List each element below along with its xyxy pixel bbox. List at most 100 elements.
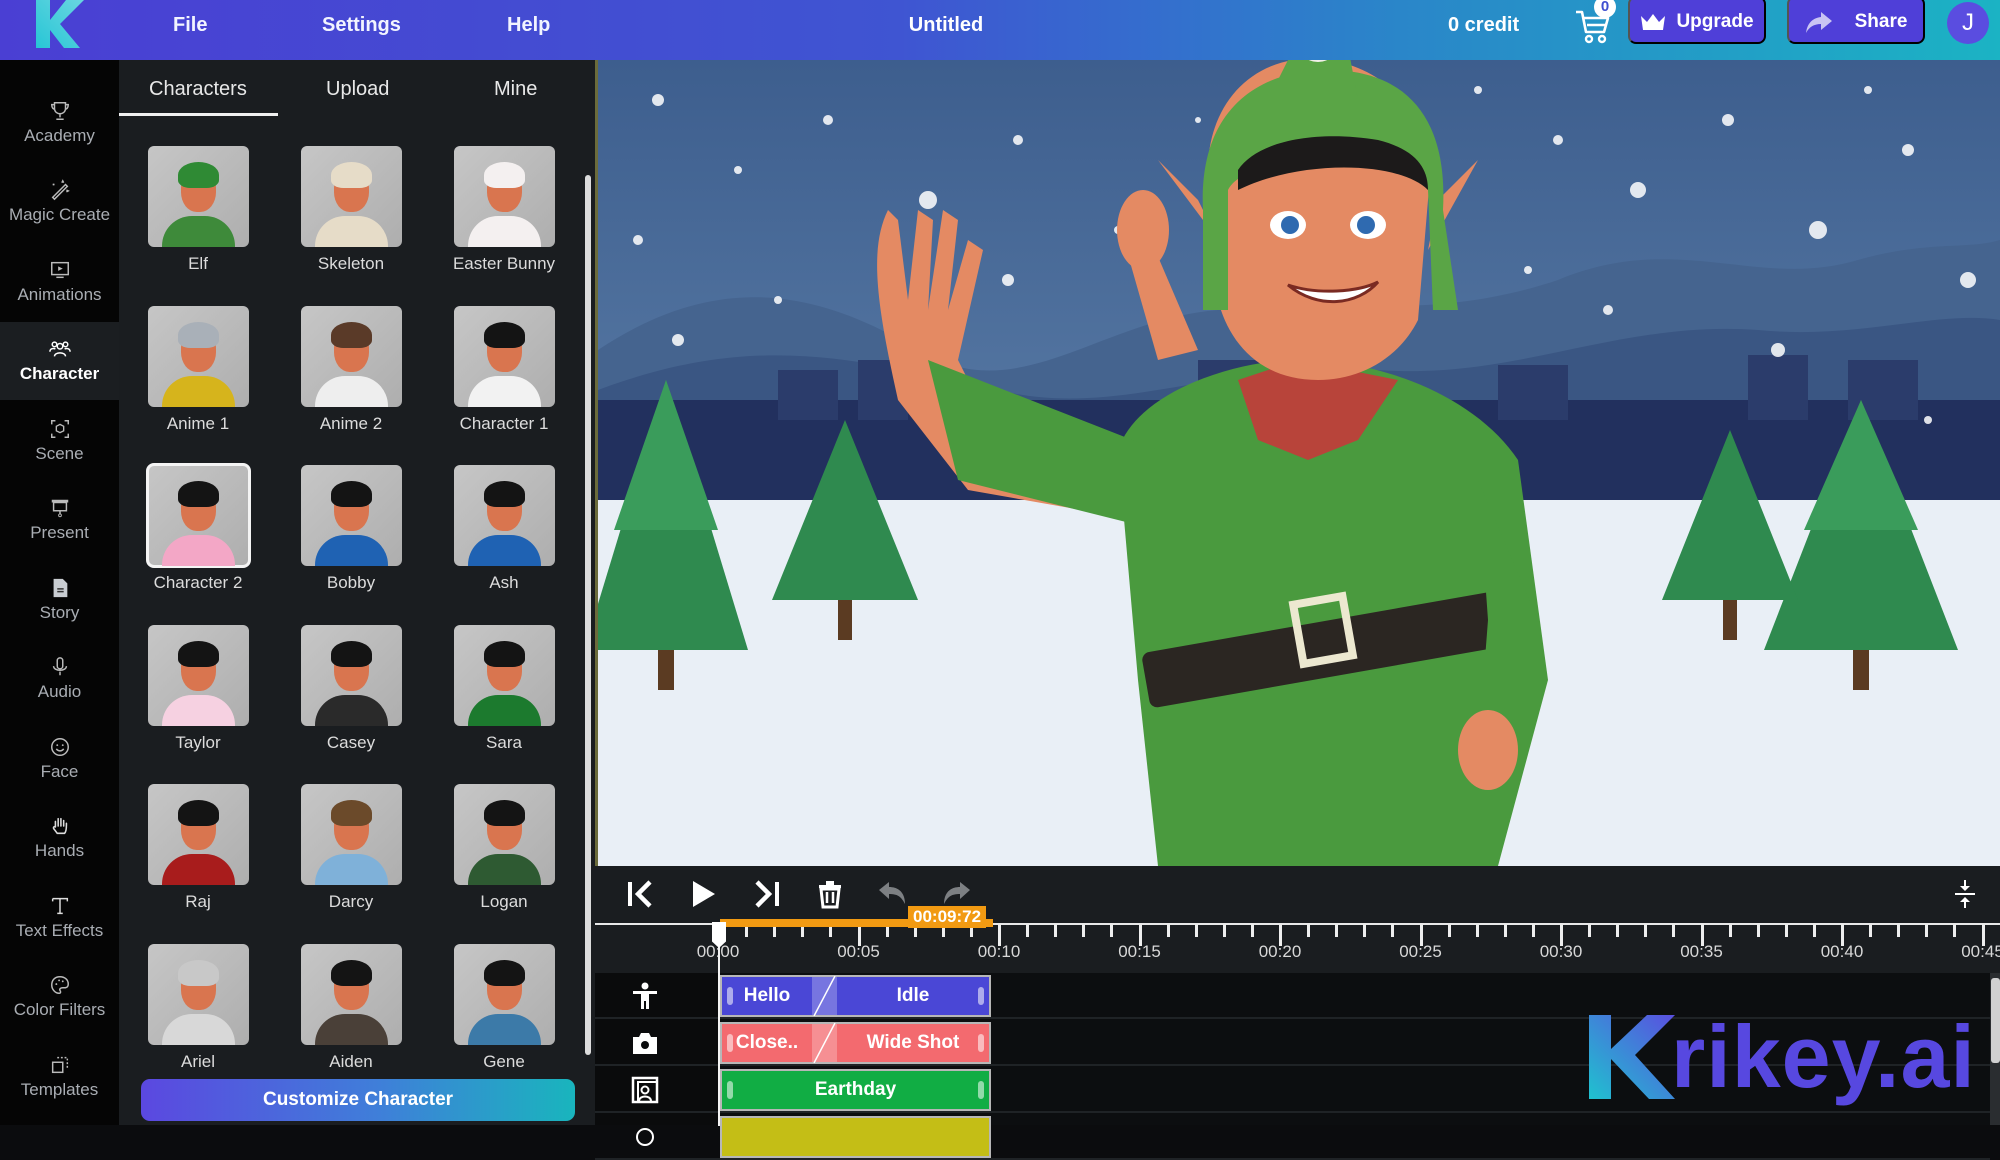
character-thumbnail[interactable] — [147, 624, 249, 726]
transition-marker[interactable] — [812, 1023, 837, 1063]
character-card[interactable]: Logan — [427, 784, 581, 912]
credit-count: 0 credit — [1448, 14, 1520, 36]
sidebar-item-animations[interactable]: Animations — [0, 242, 119, 320]
sidebar-item-present[interactable]: Present — [0, 481, 119, 559]
scene-frame-icon — [630, 1075, 660, 1105]
minor-tick — [1026, 924, 1030, 937]
character-name: Gene — [483, 1051, 525, 1071]
minor-tick — [1812, 924, 1816, 937]
character-thumbnail[interactable] — [453, 943, 555, 1045]
minor-tick — [1616, 924, 1620, 937]
character-card[interactable]: Bobby — [274, 465, 428, 593]
sidebar-item-academy[interactable]: Academy — [0, 83, 119, 161]
character-thumbnail[interactable] — [145, 463, 251, 568]
character-thumbnail[interactable] — [453, 465, 555, 566]
character-card[interactable]: Ariel — [121, 943, 275, 1072]
character-name: Aiden — [329, 1051, 373, 1071]
character-card[interactable]: Casey — [274, 624, 428, 753]
character-name: Raj — [185, 892, 211, 911]
character-thumbnail[interactable] — [300, 784, 402, 885]
character-card[interactable]: Elf — [121, 146, 275, 274]
panel-scrollbar[interactable] — [585, 175, 591, 1055]
play-button[interactable] — [683, 874, 723, 914]
tab-characters[interactable]: Characters — [149, 78, 247, 101]
character-card[interactable]: Taylor — [121, 624, 275, 753]
clip-trim-handle-right[interactable] — [978, 1034, 984, 1052]
character-thumbnail[interactable] — [147, 784, 249, 885]
character-thumbnail[interactable] — [453, 624, 555, 726]
transition-marker[interactable] — [812, 976, 837, 1016]
tab-mine[interactable]: Mine — [494, 78, 537, 101]
minor-tick — [1222, 924, 1226, 937]
sidebar-item-face[interactable]: Face — [0, 719, 119, 797]
character-thumbnail[interactable] — [453, 146, 555, 247]
character-card[interactable]: Aiden — [274, 943, 428, 1072]
cube-scan-icon — [48, 417, 72, 441]
sidebar-item-character[interactable]: Character — [0, 321, 119, 400]
timeline-clip[interactable]: Close.. Wide Shot — [720, 1022, 991, 1064]
character-thumbnail[interactable] — [147, 305, 249, 407]
skip-to-end-button[interactable] — [747, 874, 787, 914]
skip-to-start-button[interactable] — [620, 874, 660, 914]
character-thumbnail[interactable] — [300, 943, 402, 1045]
character-card[interactable]: Ash — [427, 465, 581, 593]
character-card[interactable]: Gene — [427, 943, 581, 1072]
user-avatar[interactable]: J — [1947, 2, 1989, 44]
character-card[interactable]: Skeleton — [274, 146, 428, 274]
share-button[interactable]: Share — [1787, 0, 1925, 44]
character-card[interactable]: Darcy — [274, 784, 428, 912]
character-thumbnail[interactable] — [300, 146, 402, 247]
character-thumbnail[interactable] — [300, 465, 402, 566]
scene-preview[interactable] — [598, 60, 2000, 866]
character-name: Taylor — [175, 732, 221, 752]
sidebar-item-templates[interactable]: Templates — [0, 1037, 119, 1115]
tab-upload[interactable]: Upload — [326, 78, 389, 101]
delete-button[interactable] — [810, 874, 850, 914]
tick-label: 00:30 — [1539, 942, 1583, 961]
audio-track-icon — [630, 1122, 660, 1152]
character-thumbnail[interactable] — [453, 305, 555, 407]
character-thumbnail[interactable] — [147, 146, 249, 247]
character-card[interactable]: Raj — [121, 784, 275, 912]
sidebar-item-color-filters[interactable]: Color Filters — [0, 958, 119, 1036]
clip-segment[interactable]: Idle — [837, 977, 989, 1015]
timeline-clip[interactable]: Hello Idle — [720, 975, 991, 1017]
transition-slash-icon — [813, 1023, 836, 1063]
clip-trim-handle-right[interactable] — [978, 1081, 984, 1099]
sidebar-item-scene[interactable]: Scene — [0, 401, 119, 479]
customize-character-button[interactable]: Customize Character — [141, 1079, 575, 1121]
clip-trim-handle-right[interactable] — [978, 987, 984, 1005]
character-card[interactable]: Character 2 — [121, 463, 275, 593]
clip-trim-handle-left[interactable] — [727, 1034, 733, 1052]
clip-trim-handle-left[interactable] — [727, 1081, 733, 1099]
sidebar-item-story[interactable]: Story — [0, 560, 119, 638]
character-thumbnail[interactable] — [453, 784, 555, 885]
clip-trim-handle-left[interactable] — [727, 987, 733, 1005]
collapse-timeline-button[interactable] — [1945, 874, 1985, 914]
clip-segment[interactable]: Hello — [722, 977, 812, 1015]
sidebar-item-text-effects[interactable]: Text Effects — [0, 878, 119, 956]
upgrade-button[interactable]: Upgrade — [1628, 0, 1766, 44]
sidebar-item-audio[interactable]: Audio — [0, 640, 119, 718]
clip-segment[interactable]: Earthday — [722, 1071, 989, 1109]
sidebar-item-hands[interactable]: Hands — [0, 799, 119, 877]
undo-button[interactable] — [873, 874, 913, 914]
character-card[interactable]: Easter Bunny — [427, 146, 581, 274]
timeline-scrollbar-thumb[interactable] — [1991, 978, 2000, 1063]
character-thumbnail[interactable] — [300, 305, 402, 407]
collapse-icon — [1955, 880, 1975, 908]
clip-segment[interactable]: Close.. — [722, 1024, 812, 1062]
character-card[interactable]: Character 1 — [427, 305, 581, 434]
character-thumbnail[interactable] — [300, 624, 402, 726]
timeline-clip[interactable] — [720, 1116, 991, 1158]
minor-tick — [1391, 924, 1395, 937]
character-card[interactable]: Anime 1 — [121, 305, 275, 434]
character-card[interactable]: Sara — [427, 624, 581, 753]
sidebar-item-magic-create[interactable]: Magic Create — [0, 163, 119, 241]
sidebar-item-label: Present — [30, 523, 89, 542]
character-thumbnail[interactable] — [147, 943, 249, 1045]
minor-tick — [1531, 924, 1535, 937]
character-card[interactable]: Anime 2 — [274, 305, 428, 434]
timeline-clip[interactable]: Earthday — [720, 1069, 991, 1111]
clip-segment[interactable]: Wide Shot — [837, 1024, 989, 1062]
